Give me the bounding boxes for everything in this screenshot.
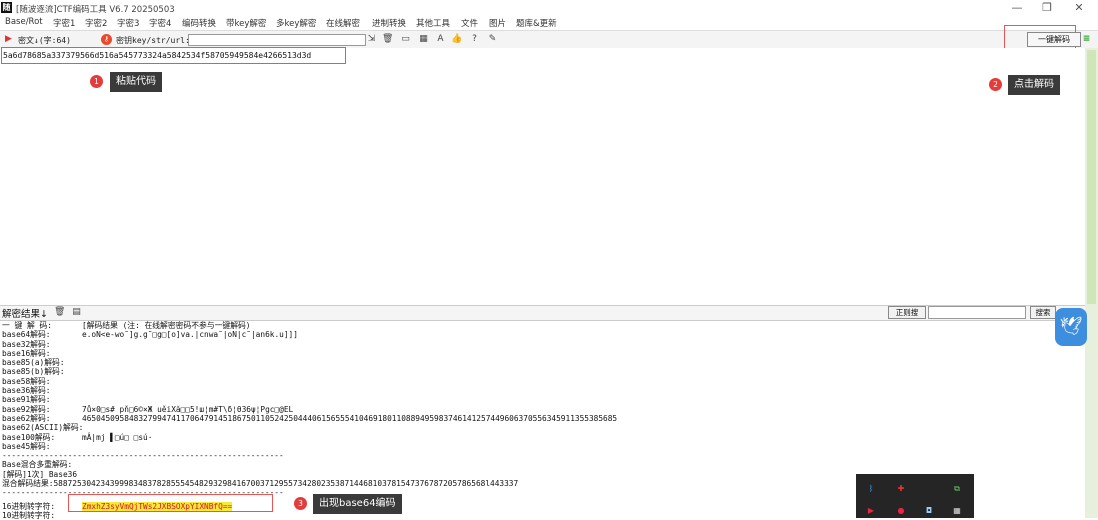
- copy-icon[interactable]: ▤: [71, 307, 82, 318]
- scrollbar-thumb[interactable]: [1087, 50, 1096, 304]
- output-line: base16解码:: [2, 348, 51, 358]
- edit-icon[interactable]: ✎: [487, 34, 498, 45]
- cipher-icon: ▶: [5, 34, 12, 44]
- output-line: base58解码:: [2, 376, 51, 386]
- app-icon-3[interactable]: ◘: [924, 506, 934, 516]
- key-label: 密钥key/str/url:: [116, 36, 190, 45]
- app-icon-2[interactable]: ●: [896, 506, 906, 516]
- output-line: base62(ASCII)解码:: [2, 423, 84, 433]
- menu-multikey-decrypt[interactable]: 多key解密: [276, 17, 316, 29]
- menu-file[interactable]: 文件: [461, 17, 478, 29]
- cipher-label: 密文↓(字:64): [18, 36, 71, 45]
- menu-radix[interactable]: 进制转换: [372, 17, 406, 29]
- menu-other-tools[interactable]: 其他工具: [416, 17, 450, 29]
- arrow-icon[interactable]: ≡: [1081, 34, 1092, 45]
- annotation-badge-3: 3: [294, 497, 307, 510]
- annotation-badge-1: 1: [90, 75, 103, 88]
- decode-button[interactable]: 一键解码: [1027, 32, 1081, 47]
- menu-image[interactable]: 图片: [489, 17, 506, 29]
- annotation-badge-2: 2: [989, 78, 1002, 91]
- trash-icon[interactable]: 🗑: [54, 307, 65, 318]
- bluetooth-icon[interactable]: ᛒ: [866, 484, 876, 494]
- output-line: base91解码:: [2, 395, 51, 405]
- output-line: ----------------------------------------…: [2, 451, 284, 461]
- grid-icon[interactable]: ▦: [418, 34, 429, 45]
- minimize-button[interactable]: —: [1002, 1, 1032, 15]
- app-icon-4[interactable]: ▦: [952, 506, 962, 516]
- menu-update[interactable]: 题库&更新: [516, 17, 557, 29]
- maximize-button[interactable]: ❐: [1032, 1, 1062, 15]
- output-line: base85(b)解码:: [2, 367, 65, 377]
- menu-base-rot[interactable]: Base/Rot: [5, 17, 43, 27]
- output-line: base100解码: mÂ|mj ▌□ú□ □sú·: [2, 432, 153, 442]
- key-input[interactable]: [188, 34, 366, 46]
- output-line: base92解码: 7ů×0□s# pň□6©×Ж uěiXă□□5!ш¦m#T\…: [2, 404, 294, 414]
- window-icon[interactable]: ▭: [400, 34, 411, 45]
- menu-online-decrypt[interactable]: 在线解密: [326, 17, 360, 29]
- output-line: base62解码: 4650450958483279947411706479145…: [2, 413, 618, 423]
- output-line: base32解码:: [2, 339, 51, 349]
- output-line: base64解码: e.oN<e-wo˜]g.g˜□g□[o]va.|cnwa˜|…: [2, 330, 298, 340]
- security-icon[interactable]: ✚: [896, 484, 906, 494]
- regex-search-button[interactable]: 正则搜: [888, 306, 926, 319]
- cipher-text: 5a6d78685a337379566d516a545773324a584253…: [3, 51, 312, 60]
- hex-highlight-box: [68, 494, 273, 512]
- display-icon[interactable]: ⧉: [952, 484, 962, 494]
- menu-zimi2[interactable]: 字密2: [85, 17, 107, 29]
- close-button[interactable]: ✕: [1064, 1, 1094, 15]
- app-icon-1[interactable]: ▶: [866, 506, 876, 516]
- output-line: Base混合多重解码:: [2, 460, 73, 470]
- result-label: 解密结果↓: [2, 309, 48, 320]
- search-button[interactable]: 搜索: [1030, 306, 1056, 319]
- menu-zimi4[interactable]: 字密4: [149, 17, 171, 29]
- thumbs-up-icon[interactable]: 👍: [451, 34, 462, 45]
- annotation-callout-1: 粘贴代码: [110, 72, 162, 92]
- output-line: base85(a)解码:: [2, 358, 65, 368]
- trash-icon[interactable]: 🗑: [382, 34, 393, 45]
- app-logo: 随: [1, 2, 12, 13]
- cipher-textarea[interactable]: [0, 48, 1085, 306]
- annotation-callout-3: 出现base64编码: [313, 494, 402, 514]
- key-icon: ⚷: [101, 34, 112, 45]
- font-icon[interactable]: A: [435, 34, 446, 45]
- search-input[interactable]: [928, 306, 1026, 319]
- output-line: base45解码:: [2, 441, 51, 451]
- annotation-callout-2: 点击解码: [1008, 75, 1060, 95]
- paste-icon[interactable]: ⇲: [366, 34, 377, 45]
- menu-zimi3[interactable]: 字密3: [117, 17, 139, 29]
- output-line: base36解码:: [2, 386, 51, 396]
- menu-zimi1[interactable]: 字密1: [53, 17, 75, 29]
- help-icon[interactable]: ?: [469, 34, 480, 45]
- bird-icon[interactable]: 🕊: [1055, 308, 1087, 346]
- output-line: 一 键 解 码: [解码结果 (注: 在线解密密码不参与一键解码): [2, 321, 251, 330]
- menu-encoding[interactable]: 编码转换: [182, 17, 216, 29]
- window-title: [随波逐流]CTF编码工具 V6.7 20250503: [16, 5, 175, 15]
- menu-key-decrypt[interactable]: 带key解密: [226, 17, 266, 29]
